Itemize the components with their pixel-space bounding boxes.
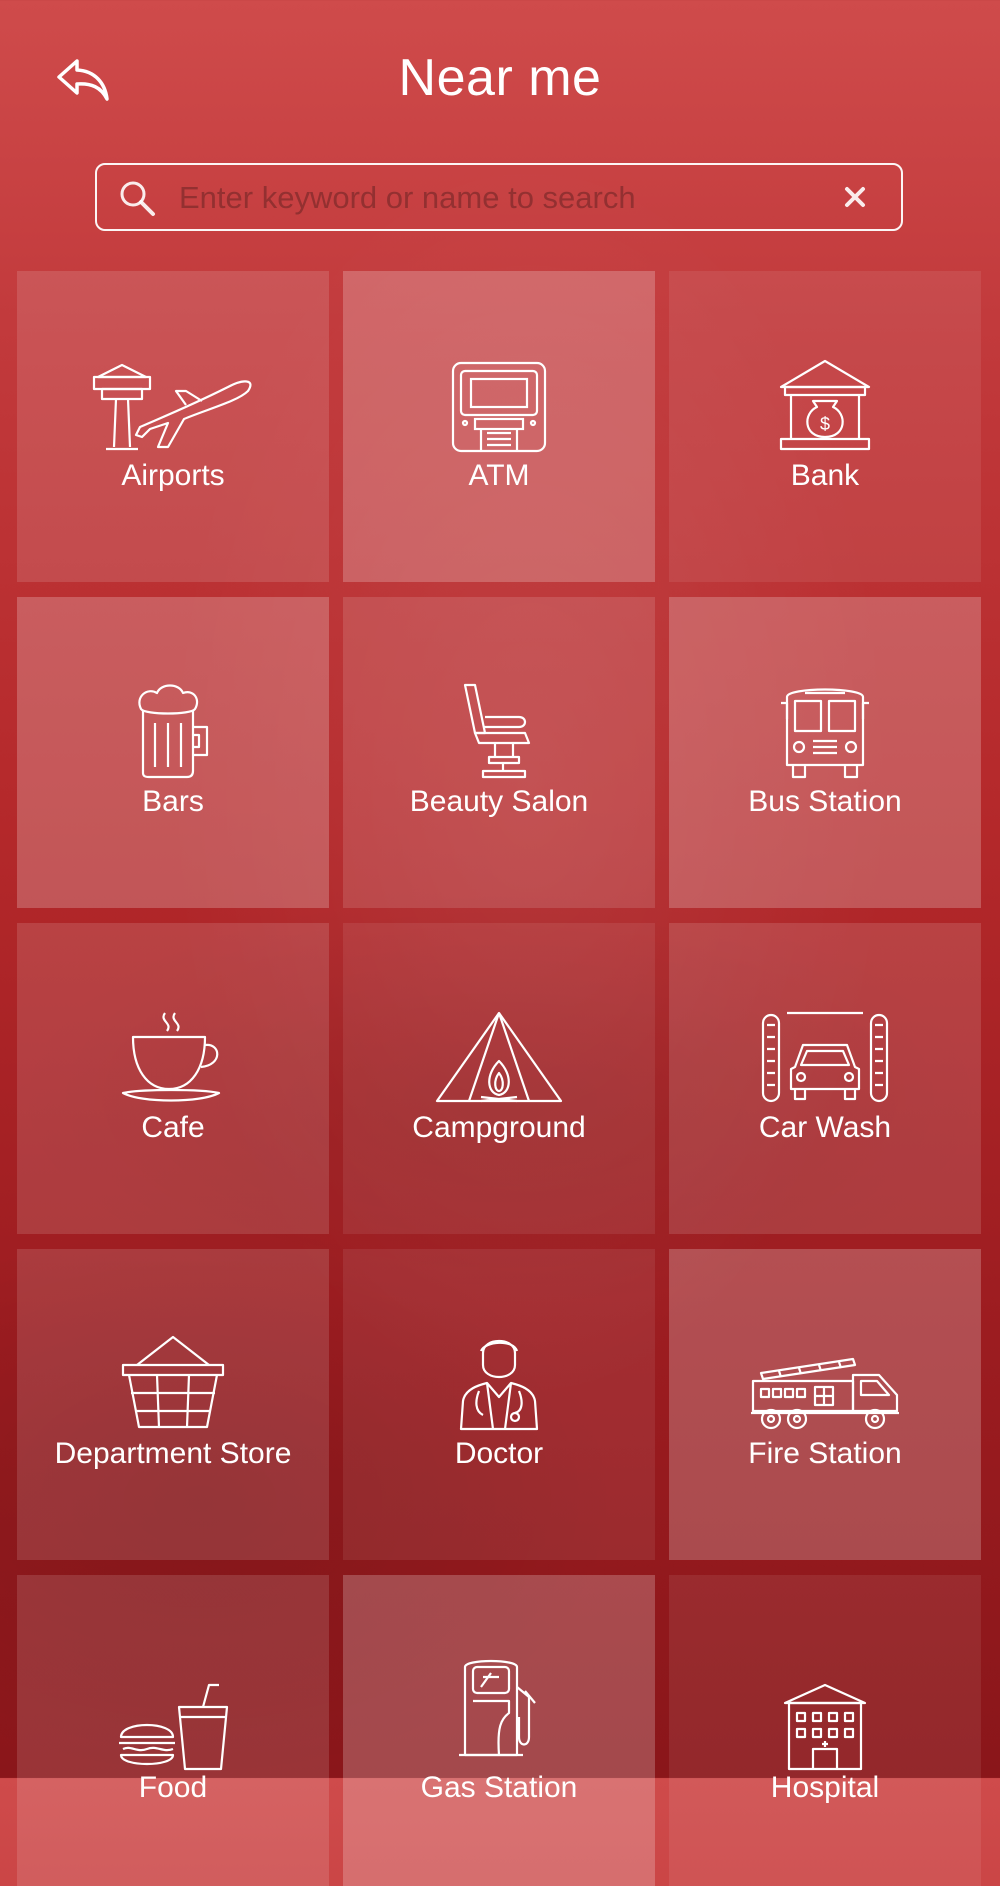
svg-text:$: $ — [820, 414, 830, 434]
category-tile-food[interactable]: Food — [17, 1575, 329, 1886]
category-tile-gas-station[interactable]: Gas Station — [343, 1575, 655, 1886]
category-label: Bank — [790, 459, 860, 492]
car-wash-icon — [761, 1011, 889, 1103]
salon-chair-icon — [463, 683, 531, 779]
category-tile-fire-station[interactable]: Fire Station — [669, 1249, 981, 1560]
search-bar — [95, 163, 903, 231]
category-tile-doctor[interactable]: Doctor — [343, 1249, 655, 1560]
category-label: Department Store — [54, 1437, 292, 1470]
clear-search-button[interactable] — [839, 181, 871, 213]
hospital-icon — [783, 1683, 867, 1771]
category-tile-campground[interactable]: Campground — [343, 923, 655, 1234]
category-label: Fire Station — [748, 1437, 902, 1470]
category-label: Airports — [121, 459, 225, 492]
header: Near me — [0, 0, 1000, 160]
category-label: Cafe — [141, 1111, 205, 1144]
search-icon — [120, 181, 155, 216]
close-icon — [845, 187, 865, 207]
category-label: Car Wash — [758, 1111, 892, 1144]
category-tile-bars[interactable]: Bars — [17, 597, 329, 908]
beer-mug-icon — [138, 684, 209, 779]
category-tile-cafe[interactable]: Cafe — [17, 923, 329, 1234]
category-tile-airports[interactable]: Airports — [17, 271, 329, 582]
atm-icon — [451, 361, 547, 453]
category-label: Food — [138, 1771, 208, 1804]
gas-pump-icon — [459, 1659, 536, 1757]
fire-truck-icon — [751, 1357, 899, 1430]
category-tile-beauty-salon[interactable]: Beauty Salon — [343, 597, 655, 908]
category-tile-atm[interactable]: ATM — [343, 271, 655, 582]
category-label: ATM — [468, 459, 530, 492]
category-label: Bus Station — [748, 785, 902, 818]
category-label: Hospital — [770, 1771, 880, 1804]
category-label: Bars — [142, 785, 204, 818]
category-tile-hospital[interactable]: Hospital — [669, 1575, 981, 1886]
search-input[interactable] — [177, 165, 801, 231]
coffee-cup-icon — [121, 1012, 221, 1102]
category-label: Doctor — [454, 1437, 544, 1470]
category-label: Campground — [412, 1111, 586, 1144]
category-label: Beauty Salon — [409, 785, 589, 818]
tent-icon — [435, 1011, 563, 1103]
bus-icon — [781, 688, 869, 779]
category-tile-car-wash[interactable]: Car Wash — [669, 923, 981, 1234]
category-tile-bus-station[interactable]: Bus Station — [669, 597, 981, 908]
basket-icon — [121, 1335, 225, 1429]
category-label: Gas Station — [420, 1771, 578, 1804]
doctor-icon — [459, 1339, 539, 1431]
category-tile-department-store[interactable]: Department Store — [17, 1249, 329, 1560]
category-tile-bank[interactable]: $ Bank — [669, 271, 981, 582]
airport-icon — [92, 363, 252, 451]
category-grid: Airports ATM $ Bank Bars Beauty Salon Bu… — [17, 271, 981, 1886]
burger-drink-icon — [119, 1683, 229, 1771]
bank-icon: $ — [779, 359, 871, 451]
page-title: Near me — [398, 49, 602, 107]
